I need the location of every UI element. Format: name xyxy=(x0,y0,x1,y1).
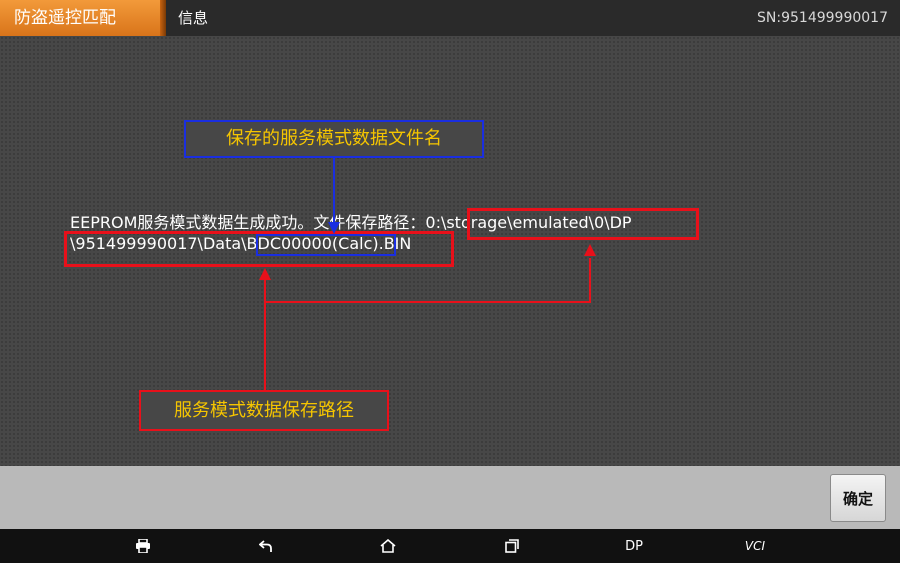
back-icon xyxy=(259,540,272,552)
ok-button[interactable]: 确定 xyxy=(830,474,886,522)
print-button[interactable] xyxy=(126,529,160,563)
path-arrowhead-right xyxy=(584,244,596,256)
path-connector xyxy=(264,258,591,390)
back-button[interactable] xyxy=(249,529,283,563)
recents-icon xyxy=(505,539,519,553)
system-nav-bar: DP VCI xyxy=(0,529,900,563)
filename-arrowhead xyxy=(328,222,340,234)
path-arrowhead-left xyxy=(259,268,271,280)
bottom-bar xyxy=(0,466,900,529)
recents-button[interactable] xyxy=(495,529,529,563)
home-button[interactable] xyxy=(371,529,405,563)
home-icon xyxy=(380,539,396,553)
vci-indicator: VCI xyxy=(744,539,766,553)
dp-button[interactable]: DP xyxy=(617,529,651,563)
print-icon xyxy=(136,539,150,553)
